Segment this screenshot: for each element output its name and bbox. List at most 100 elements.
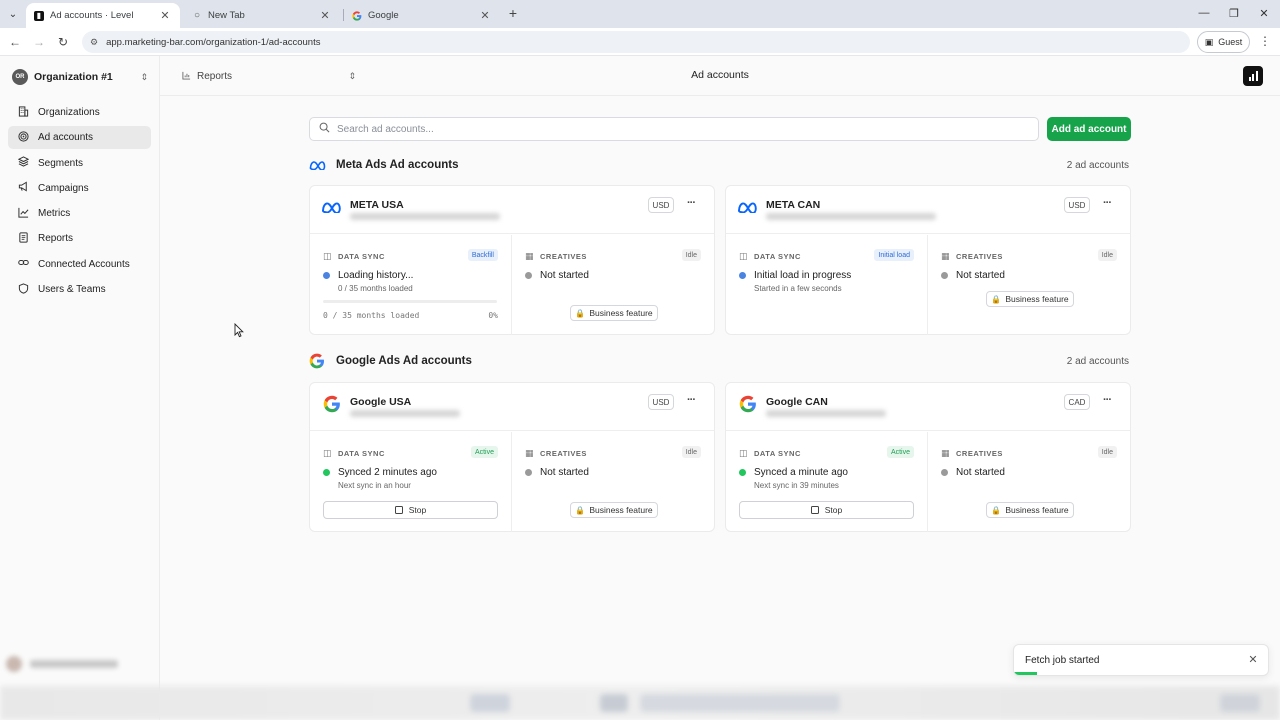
sidebar-item-label: Segments bbox=[38, 157, 84, 169]
sidebar-item-organizations[interactable]: Organizations bbox=[8, 101, 151, 124]
business-feature-button[interactable]: 🔒 Business feature bbox=[570, 502, 658, 518]
guest-profile-button[interactable]: ▣ Guest bbox=[1197, 31, 1250, 53]
status-dot bbox=[323, 469, 330, 476]
currency-badge: USD bbox=[1064, 197, 1090, 213]
close-tab-icon[interactable]: ✕ bbox=[318, 9, 332, 22]
business-feature-button[interactable]: 🔒 Business feature bbox=[570, 305, 658, 321]
org-name: Organization #1 bbox=[34, 71, 113, 83]
sync-progress-bar bbox=[323, 300, 497, 303]
sidebar-item-label: Organizations bbox=[38, 107, 100, 118]
search-input[interactable] bbox=[337, 123, 1017, 135]
reload-icon[interactable]: ↻ bbox=[55, 34, 71, 50]
stop-sync-button[interactable]: Stop bbox=[323, 501, 498, 519]
org-switcher[interactable]: OR Organization #1 ⇕ bbox=[12, 68, 148, 86]
ad-account-card-meta-can: META CAN USD ··· ◫ DATA SYNC Initial load… bbox=[725, 185, 1131, 335]
status-badge: Active bbox=[886, 446, 914, 458]
reports-select-label: Reports bbox=[197, 70, 233, 82]
ad-account-card-google-can: Google CAN CAD ··· ◫ DATA SYNC Active Syn… bbox=[725, 382, 1131, 532]
minimize-window-icon[interactable]: — bbox=[1196, 5, 1212, 21]
google-logo-icon bbox=[309, 353, 327, 369]
ad-account-card-google-usa: Google USA USD ··· ◫ DATA SYNC Active Syn… bbox=[309, 382, 715, 532]
stop-icon bbox=[810, 506, 819, 514]
search-icon bbox=[319, 122, 330, 136]
status-badge: Idle bbox=[681, 446, 701, 458]
browser-menu-icon[interactable]: ⋮ bbox=[1258, 34, 1272, 50]
account-name: META USA bbox=[350, 199, 404, 211]
status-dot bbox=[323, 272, 330, 279]
creatives-status: Not started bbox=[525, 270, 589, 281]
address-bar[interactable]: ⚙ app.marketing-bar.com/organization-1/a… bbox=[82, 31, 1190, 53]
tab-title: Google bbox=[368, 10, 399, 21]
new-tab-plus-icon[interactable]: + bbox=[505, 5, 521, 21]
status-badge: Initial load bbox=[874, 249, 914, 261]
sync-substatus: Next sync in an hour bbox=[338, 481, 411, 490]
ad-account-card-meta-usa: META USA USD ··· ◫ DATA SYNC Backfill Loa… bbox=[309, 185, 715, 335]
creatives-label: ▦ CREATIVES bbox=[941, 251, 1003, 261]
restore-window-icon[interactable]: ❐ bbox=[1226, 5, 1242, 21]
sidebar-nav: Organizations Ad accounts Segments Campa… bbox=[8, 101, 151, 303]
lock-icon: 🔒 bbox=[575, 308, 586, 318]
creatives-panel: ▦ CREATIVES Idle Not started 🔒 Business fe… bbox=[928, 432, 1130, 532]
sidebar-item-segments[interactable]: Segments bbox=[8, 152, 151, 175]
business-feature-button[interactable]: 🔒 Business feature bbox=[986, 291, 1074, 307]
mouse-cursor-icon bbox=[234, 323, 244, 338]
more-options-icon[interactable]: ··· bbox=[1100, 197, 1114, 213]
lock-icon: 🔒 bbox=[991, 505, 1002, 515]
more-options-icon[interactable]: ··· bbox=[684, 394, 698, 410]
account-name: Google CAN bbox=[766, 396, 828, 408]
toast-message: Fetch job started bbox=[1025, 655, 1100, 666]
image-icon: ▦ bbox=[525, 448, 535, 458]
sidebar-item-reports[interactable]: Reports bbox=[8, 227, 151, 250]
sidebar-item-metrics[interactable]: Metrics bbox=[8, 202, 151, 225]
tab-search-chevron-icon[interactable]: ⌄ bbox=[4, 5, 22, 23]
sidebar-item-users-teams[interactable]: Users & Teams bbox=[8, 278, 151, 301]
close-icon[interactable]: ✕ bbox=[1246, 653, 1260, 667]
add-ad-account-button[interactable]: Add ad account bbox=[1047, 117, 1131, 141]
more-options-icon[interactable]: ··· bbox=[684, 197, 698, 213]
browser-tab-ad-accounts[interactable]: ▮ Ad accounts · Level ✕ bbox=[26, 3, 180, 28]
site-info-icon[interactable]: ⚙ bbox=[90, 37, 98, 48]
section-title: Meta Ads Ad accounts bbox=[336, 159, 459, 171]
meta-logo-icon bbox=[737, 198, 759, 216]
sidebar-item-label: Connected Accounts bbox=[38, 258, 130, 270]
sidebar-item-ad-accounts[interactable]: Ad accounts bbox=[8, 126, 151, 150]
forward-arrow-icon[interactable]: → bbox=[31, 34, 47, 50]
megaphone-icon bbox=[16, 181, 30, 195]
sidebar-item-connected-accounts[interactable]: Connected Accounts bbox=[8, 253, 151, 276]
status-dot bbox=[739, 272, 746, 279]
browser-tab-google[interactable]: Google ✕ bbox=[344, 3, 500, 28]
more-options-icon[interactable]: ··· bbox=[1100, 394, 1114, 410]
browser-tab-new-tab[interactable]: ○ New Tab ✕ bbox=[184, 3, 340, 28]
progress-readout: 0 / 35 months loaded 0% bbox=[323, 311, 498, 320]
reports-select[interactable]: Reports ⇕ bbox=[182, 69, 356, 83]
stop-sync-button[interactable]: Stop bbox=[739, 501, 914, 519]
app-logo-icon[interactable] bbox=[1243, 66, 1263, 86]
meta-logo-icon bbox=[309, 160, 327, 170]
status-dot bbox=[739, 469, 746, 476]
close-tab-icon[interactable]: ✕ bbox=[478, 9, 492, 22]
data-sync-panel: ◫ DATA SYNC Backfill Loading history... 0… bbox=[310, 235, 512, 335]
sidebar-user-profile[interactable] bbox=[6, 654, 130, 674]
search-field[interactable] bbox=[309, 117, 1039, 141]
tab-title: New Tab bbox=[208, 10, 245, 21]
google-favicon-icon bbox=[352, 10, 362, 21]
sidebar-item-label: Campaigns bbox=[38, 182, 89, 194]
business-feature-button[interactable]: 🔒 Business feature bbox=[986, 502, 1074, 518]
creatives-label: ▦ CREATIVES bbox=[941, 448, 1003, 458]
toast-notification: Fetch job started ✕ bbox=[1013, 644, 1269, 676]
sidebar-item-campaigns[interactable]: Campaigns bbox=[8, 177, 151, 200]
profile-icon: ▣ bbox=[1204, 36, 1214, 47]
progress-percent: 0% bbox=[488, 311, 498, 320]
close-window-icon[interactable]: ✕ bbox=[1256, 5, 1272, 21]
creatives-status: Not started bbox=[525, 467, 589, 478]
status-dot bbox=[941, 272, 948, 279]
account-name: META CAN bbox=[766, 199, 821, 211]
avatar bbox=[6, 656, 22, 672]
creatives-panel: ▦ CREATIVES Idle Not started 🔒 Business fe… bbox=[512, 235, 714, 335]
meta-logo-icon bbox=[321, 198, 343, 216]
data-sync-label: ◫ DATA SYNC bbox=[739, 251, 801, 261]
creatives-panel: ▦ CREATIVES Idle Not started 🔒 Business fe… bbox=[512, 432, 714, 532]
back-arrow-icon[interactable]: ← bbox=[7, 34, 23, 50]
close-tab-icon[interactable]: ✕ bbox=[158, 9, 172, 22]
creatives-status: Not started bbox=[941, 270, 1005, 281]
